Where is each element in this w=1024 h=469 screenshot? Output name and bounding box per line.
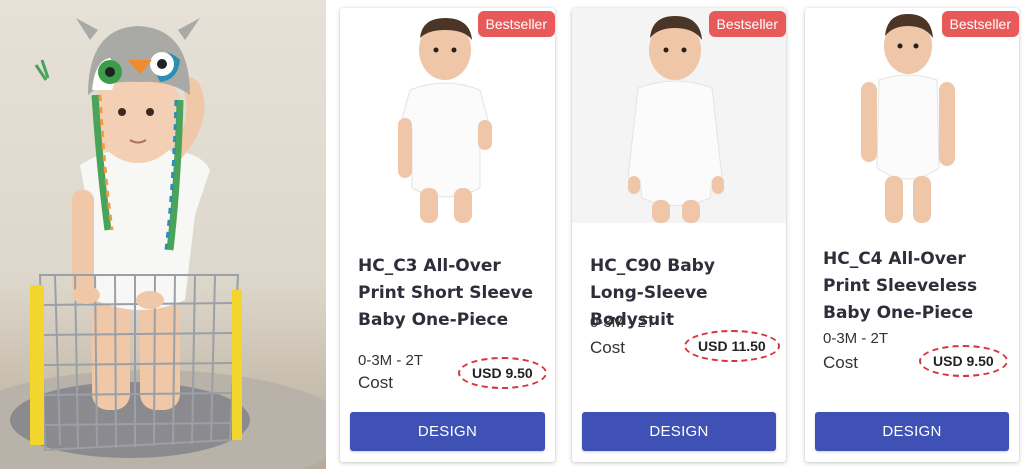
product-card[interactable]: Bestseller HC_C3 All-Over Print Short Sl… [340, 8, 555, 462]
price-tag: USD 9.50 [919, 345, 1008, 377]
product-image[interactable]: Bestseller [340, 8, 555, 223]
product-sizes: 0-3M - 2T [590, 314, 656, 331]
cost-label: Cost [590, 338, 625, 357]
hero-photo [0, 0, 326, 469]
cost-label: Cost [823, 353, 858, 372]
product-sizes: 0-3M - 2T [823, 330, 889, 347]
price-tag: USD 11.50 [684, 330, 780, 362]
design-button[interactable]: DESIGN [582, 412, 776, 451]
product-card[interactable]: Bestseller HC_C4 All-Over Print Sleevele… [805, 8, 1019, 462]
product-sizes: 0-3M - 2T [358, 352, 424, 369]
product-image[interactable]: Bestseller [572, 8, 786, 223]
design-button[interactable]: DESIGN [815, 412, 1009, 451]
cost-label: Cost [358, 373, 393, 392]
product-card[interactable]: Bestseller HC_C90 Baby Long-Sleeve Bodys… [572, 8, 786, 462]
price-tag: USD 9.50 [458, 357, 547, 389]
product-image[interactable]: Bestseller [805, 8, 1019, 223]
bestseller-badge: Bestseller [477, 11, 555, 37]
product-title[interactable]: HC_C3 All-Over Print Short Sleeve Baby O… [358, 253, 543, 334]
bestseller-badge: Bestseller [708, 11, 786, 37]
bestseller-badge: Bestseller [941, 11, 1019, 37]
long-sleeve-bodysuit-illustration [627, 16, 724, 223]
sleeveless-onesie-illustration [861, 14, 955, 223]
short-sleeve-onesie-illustration [398, 18, 492, 223]
design-button[interactable]: DESIGN [350, 412, 545, 451]
product-title[interactable]: HC_C4 All-Over Print Sleeveless Baby One… [823, 246, 1007, 327]
baby-in-basket-illustration [0, 18, 326, 469]
